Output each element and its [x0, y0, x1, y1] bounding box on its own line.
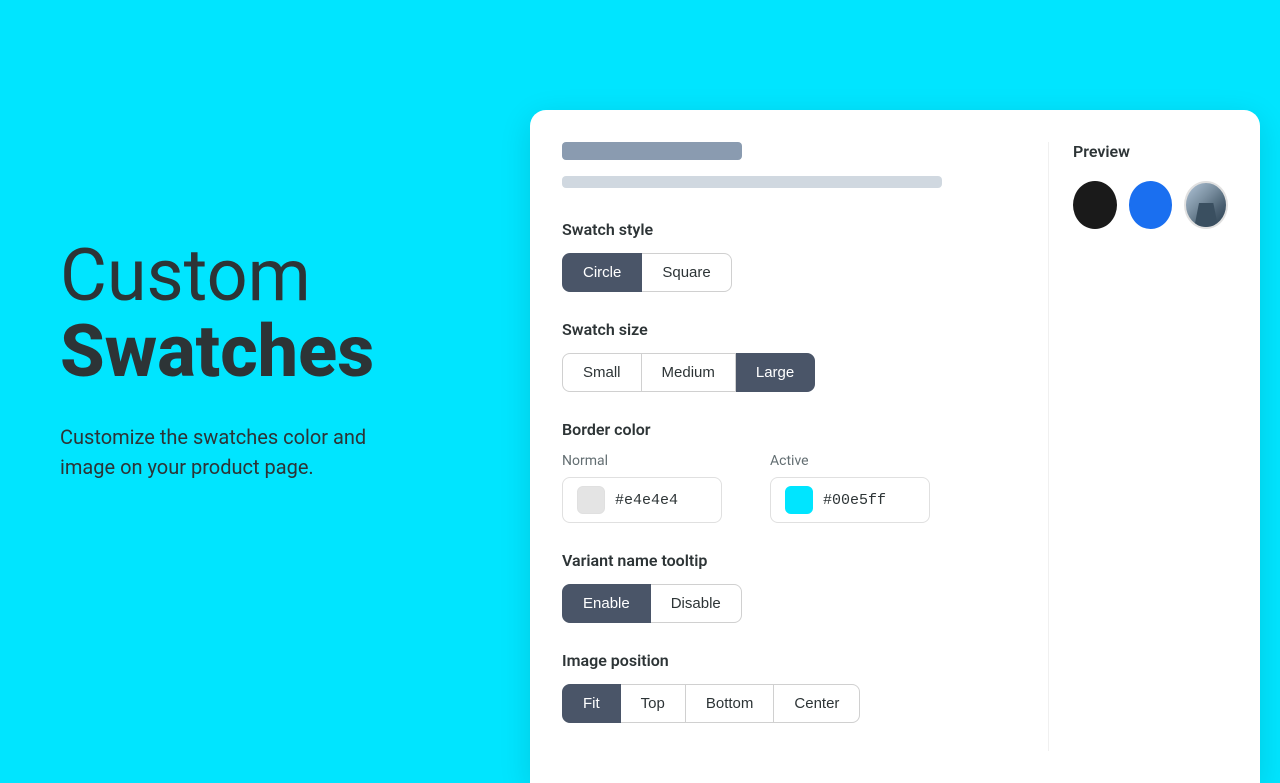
image-position-top-btn[interactable]: Top: [621, 684, 686, 723]
image-position-btn-group: Fit Top Bottom Center: [562, 684, 1048, 723]
image-position-fit-btn[interactable]: Fit: [562, 684, 621, 723]
swatch-style-square-btn[interactable]: Square: [642, 253, 731, 292]
border-active-input[interactable]: #00e5ff: [770, 477, 930, 523]
border-normal-group: Normal #e4e4e4: [562, 453, 722, 523]
border-normal-input[interactable]: #e4e4e4: [562, 477, 722, 523]
variant-tooltip-disable-btn[interactable]: Disable: [651, 584, 742, 623]
swatch-size-medium-btn[interactable]: Medium: [642, 353, 736, 392]
image-position-bottom-btn[interactable]: Bottom: [686, 684, 775, 723]
image-position-label: Image position: [562, 651, 1048, 670]
variant-tooltip-label: Variant name tooltip: [562, 551, 1048, 570]
right-panel: Swatch style Circle Square Swatch size S…: [530, 0, 1280, 720]
hero-title-bold: Swatches: [60, 314, 470, 390]
border-color-label: Border color: [562, 420, 1048, 439]
swatch-size-btn-group: Small Medium Large: [562, 353, 1048, 392]
swatch-size-small-btn[interactable]: Small: [562, 353, 642, 392]
preview-panel: Preview: [1048, 142, 1228, 751]
swatch-style-circle-btn[interactable]: Circle: [562, 253, 642, 292]
left-panel: Custom Swatches Customize the swatches c…: [0, 0, 530, 720]
preview-swatch-image: [1184, 181, 1228, 229]
border-active-group: Active #00e5ff: [770, 453, 930, 523]
hero-title-light: Custom: [60, 238, 470, 314]
skeleton-sub-bar: [562, 176, 942, 188]
border-normal-label: Normal: [562, 453, 722, 469]
preview-swatches: [1073, 181, 1228, 229]
swatch-style-section: Swatch style Circle Square: [562, 220, 1048, 292]
image-position-section: Image position Fit Top Bottom Center: [562, 651, 1048, 723]
card-main: Swatch style Circle Square Swatch size S…: [562, 142, 1048, 751]
variant-tooltip-btn-group: Enable Disable: [562, 584, 1048, 623]
border-active-value: #00e5ff: [823, 492, 886, 509]
border-color-inputs: Normal #e4e4e4 Active #00e5ff: [562, 453, 1048, 523]
swatch-size-section: Swatch size Small Medium Large: [562, 320, 1048, 392]
preview-label: Preview: [1073, 142, 1228, 161]
border-active-label: Active: [770, 453, 930, 469]
swatch-style-label: Swatch style: [562, 220, 1048, 239]
border-color-section: Border color Normal #e4e4e4 Active #0: [562, 420, 1048, 523]
skeleton-title-bar: [562, 142, 742, 160]
variant-tooltip-enable-btn[interactable]: Enable: [562, 584, 651, 623]
border-normal-value: #e4e4e4: [615, 492, 678, 509]
border-normal-swatch: [577, 486, 605, 514]
variant-tooltip-section: Variant name tooltip Enable Disable: [562, 551, 1048, 623]
image-position-center-btn[interactable]: Center: [774, 684, 860, 723]
preview-swatch-blue: [1129, 181, 1173, 229]
hero-title: Custom Swatches: [60, 238, 470, 389]
hero-subtitle: Customize the swatches color andimage on…: [60, 422, 470, 482]
settings-card: Swatch style Circle Square Swatch size S…: [530, 110, 1260, 783]
preview-swatch-black: [1073, 181, 1117, 229]
border-active-swatch: [785, 486, 813, 514]
swatch-size-large-btn[interactable]: Large: [736, 353, 815, 392]
swatch-style-btn-group: Circle Square: [562, 253, 1048, 292]
swatch-size-label: Swatch size: [562, 320, 1048, 339]
